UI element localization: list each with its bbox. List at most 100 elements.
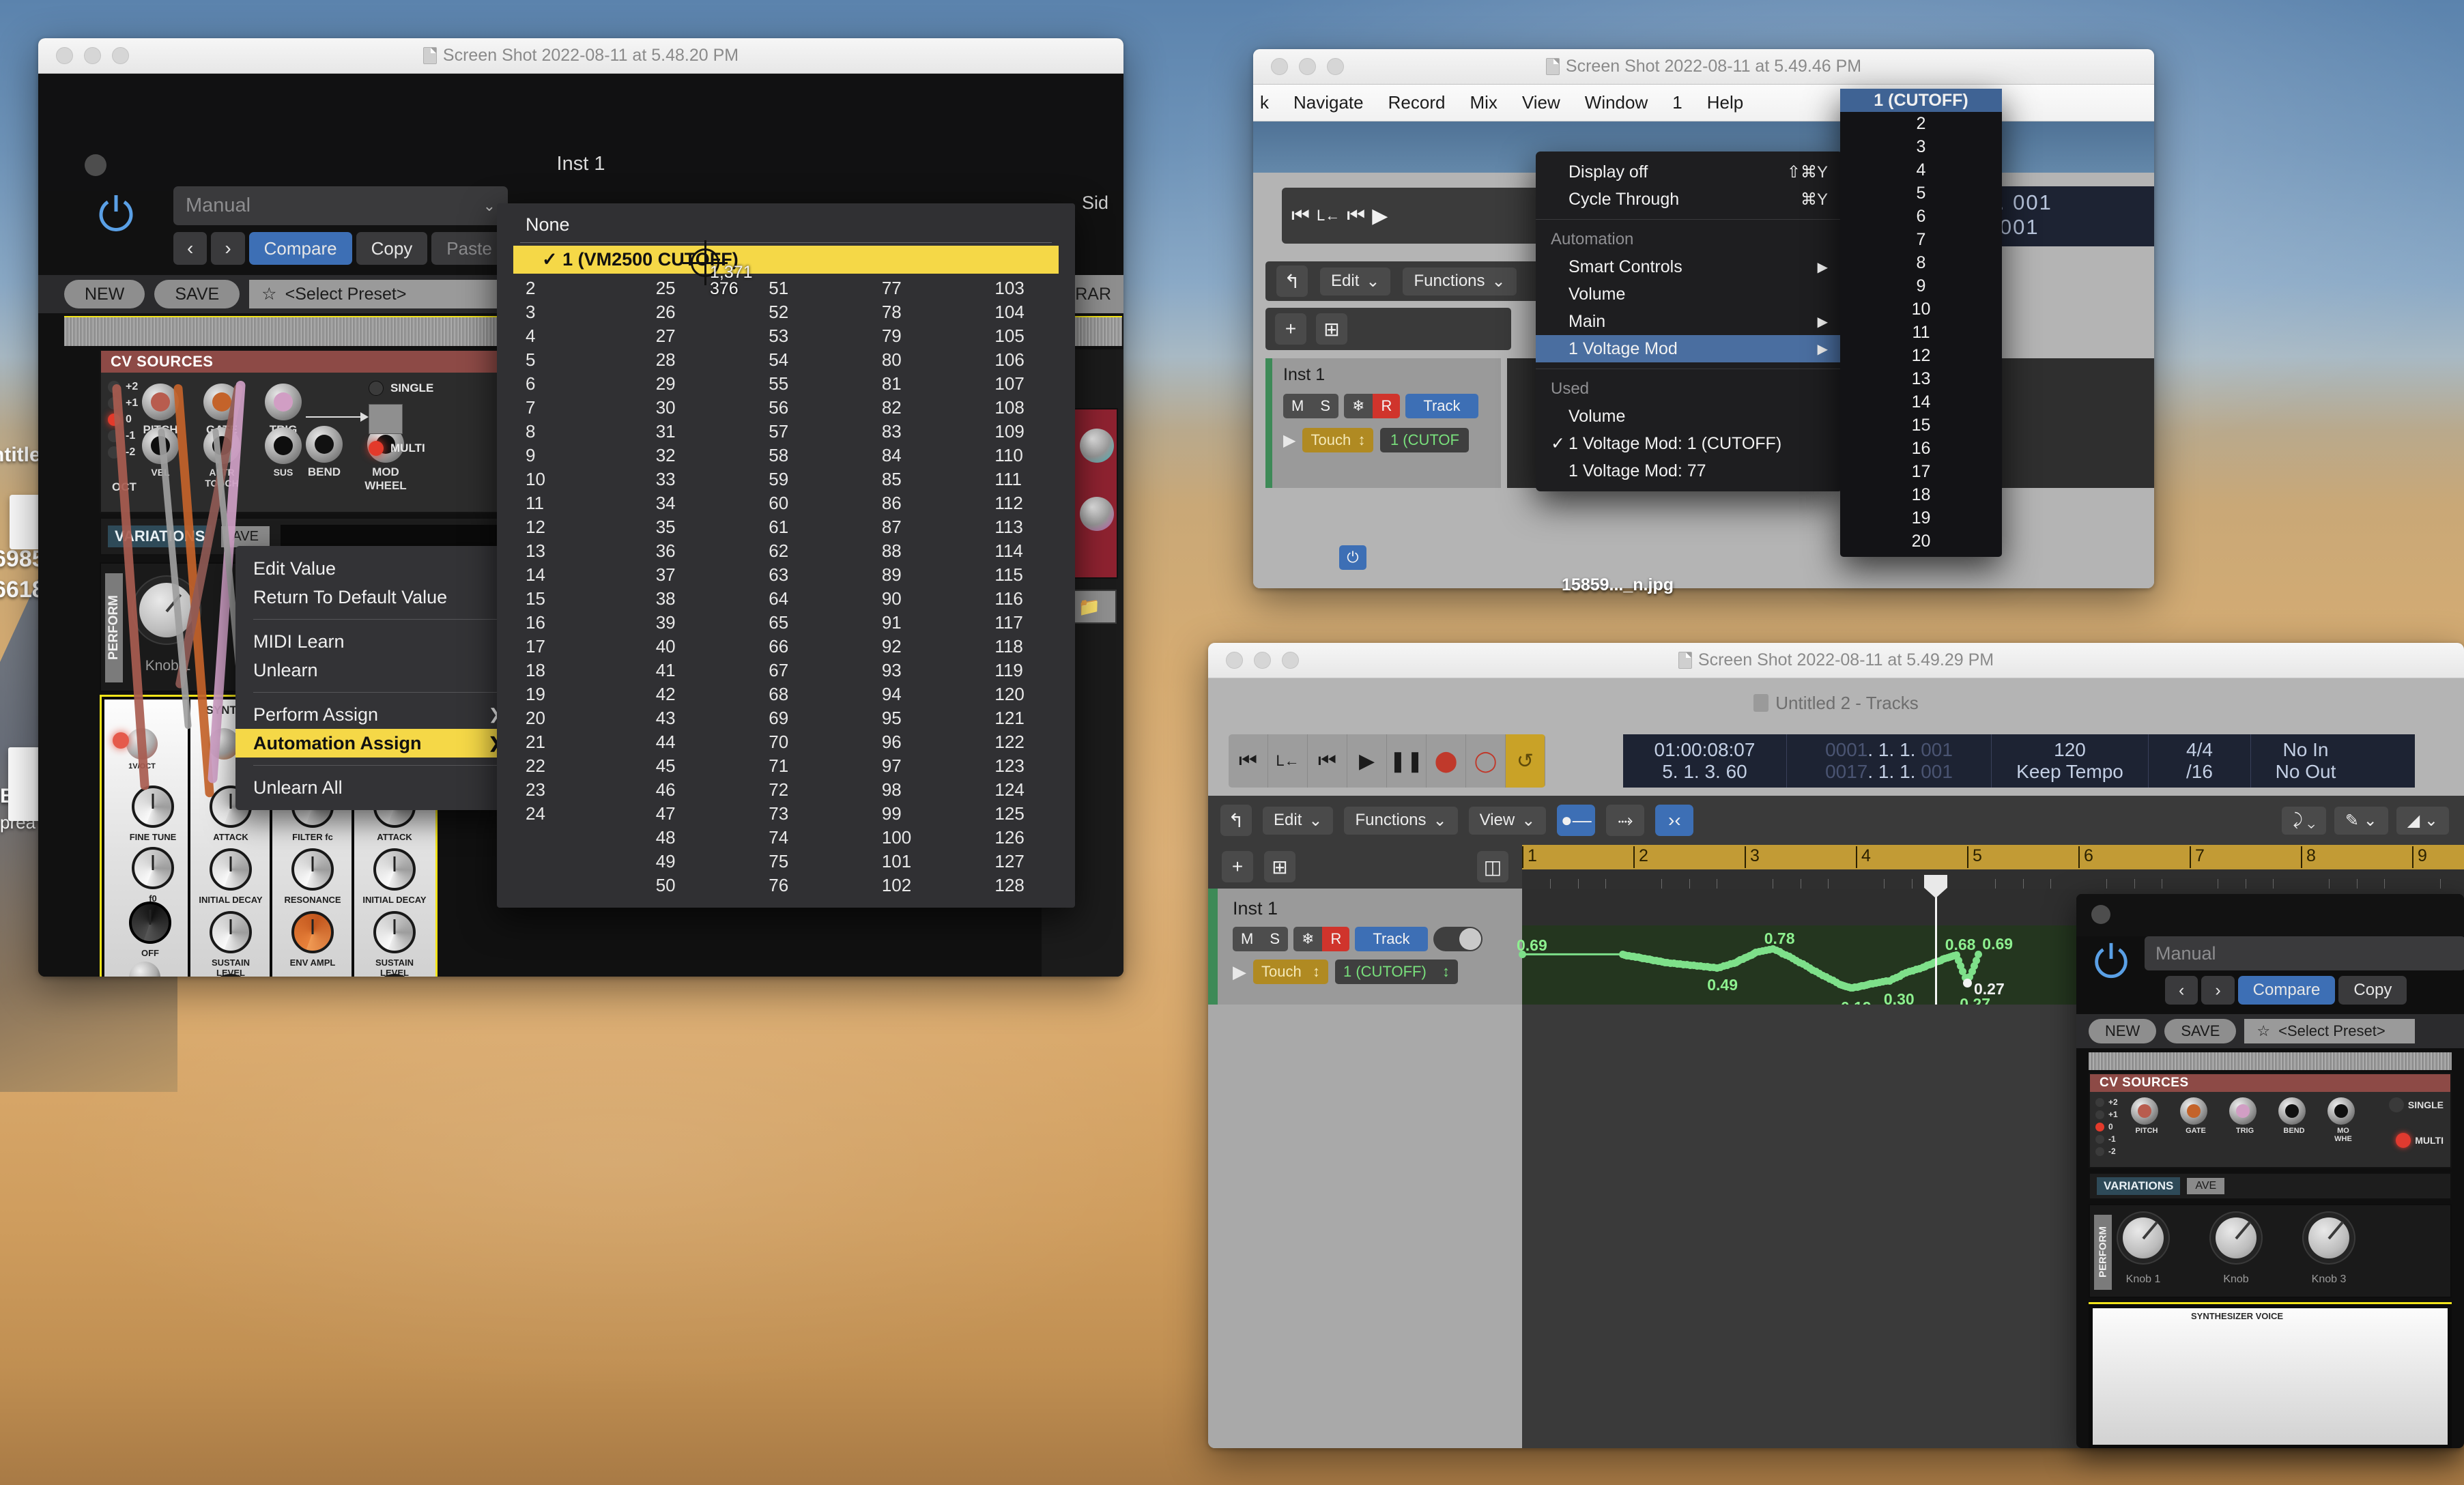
lcd-timecode[interactable]: 01:00:08:07 5. 1. 3. 60: [1623, 734, 1787, 788]
automation-item-54[interactable]: 54: [756, 348, 849, 372]
automation-item-51[interactable]: 51: [756, 276, 849, 300]
track-button[interactable]: Track: [1355, 927, 1428, 951]
submenu-item-8[interactable]: 8: [1840, 251, 2002, 274]
automation-item-91[interactable]: 91: [870, 611, 962, 635]
module-knob-off[interactable]: [129, 902, 171, 944]
automation-item-34[interactable]: 34: [644, 491, 736, 515]
track-controls[interactable]: MS ❄ R Track: [1283, 394, 1478, 418]
cycle-left-locator[interactable]: L←: [1317, 207, 1340, 225]
automation-item-115[interactable]: 115: [982, 563, 1075, 587]
automation-item-67[interactable]: 67: [756, 659, 849, 682]
automation-item-36[interactable]: 36: [644, 539, 736, 563]
automation-number-columns[interactable]: 2 3 4 5 6 7 8 9 10 11 12 13 14 15 16 17 18 19 20 21 22 23 24 25…: [497, 274, 1075, 897]
automation-item-106[interactable]: 106: [982, 348, 1075, 372]
automation-item-101[interactable]: 101: [870, 850, 962, 874]
automation-item-69[interactable]: 69: [756, 706, 849, 730]
automation-item-50[interactable]: 50: [644, 874, 736, 897]
go-to-start-button[interactable]: ⏮: [1291, 204, 1310, 227]
menu-item-smart-controls[interactable]: Smart Controls ▶: [1536, 253, 1843, 280]
automation-item-27[interactable]: 27: [644, 324, 736, 348]
submenu-item-5[interactable]: 5: [1840, 182, 2002, 205]
inset-perform-knob-3[interactable]: [2308, 1217, 2349, 1258]
submenu-item-2[interactable]: 2: [1840, 112, 2002, 135]
save-preset-button[interactable]: SAVE: [154, 280, 240, 308]
menubar-item-view[interactable]: View: [1522, 92, 1560, 113]
add-track-button[interactable]: +: [1222, 851, 1253, 882]
window3-titlebar[interactable]: Screen Shot 2022-08-11 at 5.49.29 PM: [1208, 643, 2464, 678]
automation-item-117[interactable]: 117: [982, 611, 1075, 635]
track-add-bar[interactable]: + ⊞ ◫: [1208, 845, 1522, 889]
play-button[interactable]: ▶: [1372, 204, 1388, 228]
automation-item-78[interactable]: 78: [870, 300, 962, 324]
record-button[interactable]: ⬤: [1427, 734, 1466, 788]
automation-item-64[interactable]: 64: [756, 587, 849, 611]
edit-menu-button[interactable]: Edit ⌄: [1320, 267, 1391, 295]
ruler-bar-5[interactable]: 5: [1967, 846, 1982, 868]
window2-track-header[interactable]: Inst 1 MS ❄ R Track ▶ Touch ↕ ⏻ 1 (CUTOF: [1265, 358, 1501, 570]
module-knob-resonance[interactable]: [291, 848, 334, 891]
automation-item-53[interactable]: 53: [756, 324, 849, 348]
automation-item-81[interactable]: 81: [870, 372, 962, 396]
automation-item-31[interactable]: 31: [644, 420, 736, 444]
menu-item-volume[interactable]: Volume: [1536, 403, 1843, 430]
cycle-button[interactable]: ↺: [1506, 734, 1545, 788]
automation-item-21[interactable]: 21: [513, 730, 623, 754]
automation-item-75[interactable]: 75: [756, 850, 849, 874]
menu-item-1-voltage-mod-1-cutoff-[interactable]: ✓ 1 Voltage Mod: 1 (CUTOFF): [1536, 430, 1843, 457]
context-menu-item-perform-assign[interactable]: Perform Assign ❯: [235, 700, 519, 729]
prev-preset-button[interactable]: ‹: [173, 232, 207, 265]
automation-item-102[interactable]: 102: [870, 874, 962, 897]
automation-item-107[interactable]: 107: [982, 372, 1075, 396]
pointer-tool-icon[interactable]: ⤸ ⌄: [2282, 806, 2326, 835]
automation-item-41[interactable]: 41: [644, 659, 736, 682]
automation-item-15[interactable]: 15: [513, 587, 623, 611]
inset-preset-bar[interactable]: NEW SAVE ☆ <Select Preset>: [2076, 1014, 2464, 1048]
context-menu-item-unlearn[interactable]: Unlearn: [235, 656, 519, 684]
inset-save-button[interactable]: SAVE: [2164, 1019, 2237, 1043]
new-preset-button[interactable]: NEW: [64, 280, 145, 308]
automation-item-97[interactable]: 97: [870, 754, 962, 778]
automation-item-55[interactable]: 55: [756, 372, 849, 396]
automation-item-99[interactable]: 99: [870, 802, 962, 826]
menu-item-cycle-through[interactable]: Cycle Through ⌘Y: [1536, 186, 1843, 213]
automation-item-2[interactable]: 2: [513, 276, 623, 300]
automation-item-89[interactable]: 89: [870, 563, 962, 587]
automation-item-7[interactable]: 7: [513, 396, 623, 420]
submenu-item-9[interactable]: 9: [1840, 274, 2002, 298]
inset-next-button[interactable]: ›: [2201, 976, 2235, 1005]
fade-tool-icon[interactable]: ◢ ⌄: [2396, 806, 2449, 835]
automation-item-17[interactable]: 17: [513, 635, 623, 659]
automation-item-109[interactable]: 109: [982, 420, 1075, 444]
automation-item-10[interactable]: 10: [513, 467, 623, 491]
automation-item-38[interactable]: 38: [644, 587, 736, 611]
record-toggle-button[interactable]: ◯: [1466, 734, 1506, 788]
module-knob-initial-decay[interactable]: [210, 848, 252, 891]
inset-power-icon[interactable]: [2090, 939, 2132, 981]
automation-item-83[interactable]: 83: [870, 420, 962, 444]
playhead-flag[interactable]: [1924, 875, 1947, 898]
automation-item-43[interactable]: 43: [644, 706, 736, 730]
automation-item-40[interactable]: 40: [644, 635, 736, 659]
inset-plugin-window[interactable]: Manual ‹ › Compare Copy NEW SAVE ☆ <Selec…: [2076, 894, 2464, 1448]
duplicate-track-button[interactable]: ⊞: [1316, 313, 1347, 345]
automation-node-selected[interactable]: [1963, 978, 1972, 987]
automation-node[interactable]: [1973, 956, 1981, 964]
automation-item-13[interactable]: 13: [513, 539, 623, 563]
automation-item-82[interactable]: 82: [870, 396, 962, 420]
automation-item-9[interactable]: 9: [513, 444, 623, 467]
automation-item-44[interactable]: 44: [644, 730, 736, 754]
cycle-left-locator[interactable]: L←: [1268, 734, 1308, 788]
automation-item-100[interactable]: 100: [870, 826, 962, 850]
module-knob-sustain-level[interactable]: [373, 911, 416, 953]
automation-item-24[interactable]: 24: [513, 802, 623, 826]
module-knob-sustain-level[interactable]: [210, 911, 252, 953]
automation-item-121[interactable]: 121: [982, 706, 1075, 730]
automation-item-74[interactable]: 74: [756, 826, 849, 850]
mute-button[interactable]: M: [1233, 927, 1262, 951]
inset-prev-button[interactable]: ‹: [2165, 976, 2198, 1005]
automation-item-18[interactable]: 18: [513, 659, 623, 682]
inset-jack-mo-whe[interactable]: MO WHE: [2327, 1097, 2359, 1143]
automation-item-86[interactable]: 86: [870, 491, 962, 515]
inset-oct--2[interactable]: -2: [2095, 1147, 2118, 1156]
automation-item-5[interactable]: 5: [513, 348, 623, 372]
